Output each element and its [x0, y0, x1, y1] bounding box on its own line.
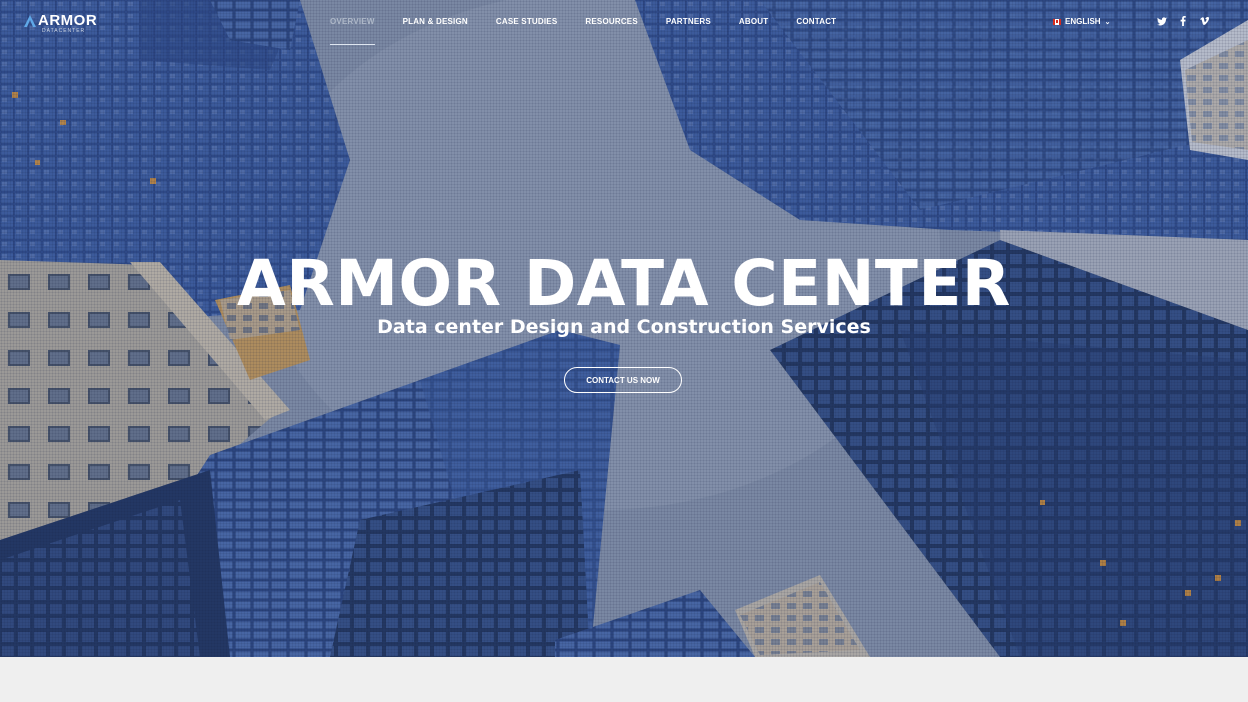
hero-title: ARMOR DATA CENTER — [237, 247, 1011, 320]
vimeo-icon[interactable] — [1199, 16, 1209, 26]
nav-about[interactable]: ABOUT — [725, 17, 782, 27]
brand-logo-mark: ARMOR — [24, 12, 97, 29]
contact-us-button[interactable]: CONTACT US NOW — [564, 367, 682, 393]
canada-flag-icon — [1053, 18, 1061, 25]
below-hero-section — [0, 657, 1248, 702]
twitter-icon[interactable] — [1157, 16, 1167, 26]
brand-name: ARMOR — [38, 12, 98, 29]
language-selector[interactable]: ENGLISH ⌄ — [1053, 17, 1110, 26]
facebook-icon[interactable] — [1178, 16, 1188, 26]
nav-partners[interactable]: PARTNERS — [652, 17, 725, 27]
nav-resources[interactable]: RESOURCES — [571, 17, 651, 27]
armor-a-icon — [24, 14, 36, 27]
hero-section: ARMOR DATACENTER OVERVIEW PLAN & DESIGN … — [0, 0, 1248, 657]
social-links — [1157, 16, 1209, 26]
language-label: ENGLISH — [1065, 17, 1101, 26]
nav-overview[interactable]: OVERVIEW — [330, 17, 389, 45]
nav-contact[interactable]: CONTACT — [782, 17, 850, 27]
nav-case-studies[interactable]: CASE STUDIES — [482, 17, 572, 27]
hero-subtitle: Data center Design and Construction Serv… — [377, 316, 871, 338]
brand-logo[interactable]: ARMOR DATACENTER — [24, 12, 97, 34]
brand-tagline: DATACENTER — [42, 28, 86, 34]
main-navigation: OVERVIEW PLAN & DESIGN CASE STUDIES RESO… — [330, 17, 850, 45]
chevron-down-icon: ⌄ — [1104, 18, 1111, 26]
nav-plan-design[interactable]: PLAN & DESIGN — [389, 17, 482, 27]
